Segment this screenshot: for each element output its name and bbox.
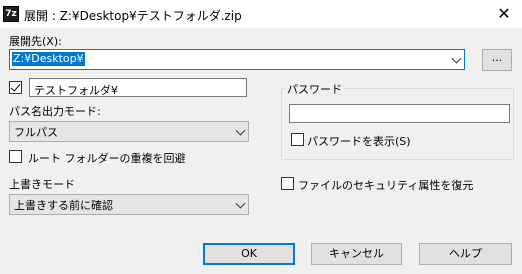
- subfolder-name-input[interactable]: テストフォルダ¥: [29, 78, 247, 97]
- cancel-button[interactable]: キャンセル: [311, 243, 402, 265]
- password-group-label: パスワード: [285, 81, 344, 97]
- restore-security-checkbox[interactable]: [281, 177, 294, 190]
- checkmark-icon: [10, 81, 21, 92]
- browse-button[interactable]: ...: [482, 49, 512, 71]
- ok-button[interactable]: OK: [203, 243, 295, 265]
- password-group: [281, 88, 514, 160]
- show-password-checkbox[interactable]: [291, 133, 304, 146]
- overwrite-mode-value: 上書きする前に確認: [14, 198, 113, 212]
- eliminate-duplication-label: ルート フォルダーの重複を回避: [28, 152, 186, 165]
- extract-to-value: Z:¥Desktop¥: [12, 52, 85, 66]
- overwrite-mode-label: 上書きモード: [9, 178, 75, 191]
- extract-to-label: 展開先(X):: [9, 35, 62, 48]
- chevron-down-icon: [235, 198, 246, 209]
- overwrite-mode-dropdown[interactable]: 上書きする前に確認: [9, 194, 249, 215]
- show-password-label: パスワードを表示(S): [307, 135, 411, 148]
- subfolder-name-value: テストフォルダ¥: [34, 84, 118, 97]
- path-mode-value: フルパス: [14, 125, 58, 139]
- eliminate-duplication-checkbox[interactable]: [9, 150, 22, 163]
- chevron-down-icon: [451, 53, 462, 64]
- 7zip-app-icon: 7z: [3, 6, 19, 22]
- path-mode-dropdown[interactable]: フルパス: [9, 121, 249, 142]
- chevron-down-icon: [235, 125, 246, 136]
- path-mode-label: パス名出力モード:: [9, 105, 101, 118]
- subfolder-checkbox[interactable]: [9, 81, 22, 94]
- extract-to-combobox[interactable]: Z:¥Desktop¥: [9, 49, 465, 70]
- help-button[interactable]: ヘルプ: [419, 243, 512, 265]
- title-bar: 7z 展開 : Z:¥Desktop¥テストフォルダ.zip ✕: [0, 0, 522, 28]
- close-icon[interactable]: ✕: [494, 4, 514, 24]
- window-title: 展開 : Z:¥Desktop¥テストフォルダ.zip: [24, 9, 242, 23]
- restore-security-label: ファイルのセキュリティ属性を復元: [298, 179, 474, 192]
- password-input[interactable]: [289, 104, 510, 123]
